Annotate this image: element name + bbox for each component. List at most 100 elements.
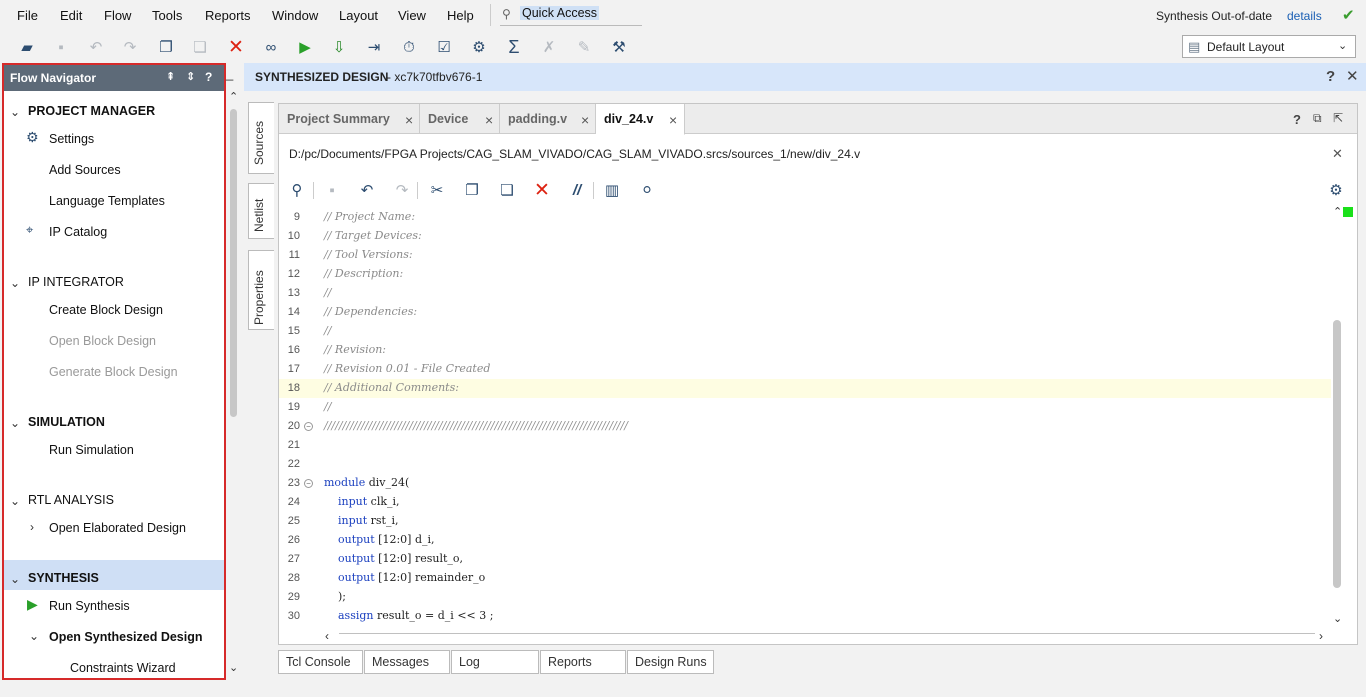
close-icon[interactable]: × (581, 112, 589, 128)
chevron-down-icon[interactable]: ⌄ (10, 105, 20, 119)
chevron-down-icon[interactable]: ⌄ (10, 572, 20, 586)
nav-open-elaborated-design[interactable]: Open Elaborated Design (49, 521, 186, 535)
nav-generate-block-design[interactable]: Generate Block Design (49, 365, 178, 379)
settings-gear-icon[interactable]: ⚙ (1326, 180, 1346, 200)
settings-gear-icon[interactable]: ⚙ (469, 37, 489, 57)
close-icon[interactable]: ✕ (1332, 146, 1343, 162)
help-icon[interactable]: ? (1326, 68, 1335, 85)
help-icon[interactable]: ? (205, 70, 212, 84)
redo-icon[interactable]: ↷ (120, 37, 140, 57)
code-line[interactable]: 18 // Additional Comments: (279, 379, 1331, 398)
scroll-up-icon[interactable]: ⌃ (229, 90, 238, 103)
menu-flow[interactable]: Flow (104, 8, 131, 23)
find-binoculars-icon[interactable]: ∞ (261, 37, 281, 57)
flow-navigator-scrollbar[interactable]: ⌃ ⌄ (228, 90, 240, 677)
tab-project-summary[interactable]: Project Summary × (279, 104, 420, 134)
paste-icon[interactable]: ❏ (497, 180, 517, 200)
nav-settings[interactable]: Settings (49, 132, 94, 146)
tab-device[interactable]: Device × (420, 104, 500, 134)
tab-padding-v[interactable]: padding.v × (500, 104, 596, 134)
fold-toggle-icon[interactable]: − (304, 422, 313, 431)
minimize-icon[interactable]: _ (226, 66, 233, 81)
chevron-down-icon[interactable]: ⌄ (10, 276, 20, 290)
restore-icon[interactable]: ⧉ (1313, 111, 1322, 126)
code-line[interactable]: 17 // Revision 0.01 - File Created (279, 360, 1331, 379)
code-line[interactable]: 21 (279, 436, 1331, 455)
section-project-manager[interactable]: PROJECT MANAGER (28, 104, 155, 118)
nav-run-synthesis[interactable]: Run Synthesis (49, 599, 130, 613)
nav-open-synthesized-design[interactable]: Open Synthesized Design (49, 630, 203, 644)
menu-tools[interactable]: Tools (152, 8, 182, 23)
layout-dropdown[interactable]: ▤ Default Layout ⌄ (1182, 35, 1356, 58)
code-line[interactable]: 25 input rst_i, (279, 512, 1331, 531)
undo-icon[interactable]: ↶ (357, 180, 377, 200)
menu-view[interactable]: View (398, 8, 426, 23)
code-line[interactable]: 12 // Description: (279, 265, 1331, 284)
close-icon[interactable]: × (405, 112, 413, 128)
menu-layout[interactable]: Layout (339, 8, 378, 23)
close-icon[interactable]: × (485, 112, 493, 128)
code-line[interactable]: 24 input clk_i, (279, 493, 1331, 512)
code-line[interactable]: 28 output [12:0] remainder_o (279, 569, 1331, 588)
code-line[interactable]: 23− module div_24( (279, 474, 1331, 493)
status-details-link[interactable]: details (1287, 9, 1322, 23)
section-synthesis[interactable]: SYNTHESIS (28, 571, 99, 585)
tab-log[interactable]: Log (451, 650, 539, 674)
side-tab-sources[interactable]: Sources (248, 102, 274, 174)
nav-open-block-design[interactable]: Open Block Design (49, 334, 156, 348)
code-vertical-scrollbar[interactable]: ⌃ ⌄ (1331, 205, 1345, 628)
column-select-icon[interactable]: ▥ (602, 180, 622, 200)
code-line[interactable]: 29 ); (279, 588, 1331, 607)
wand-icon[interactable]: ⚒ (609, 37, 629, 57)
tab-reports[interactable]: Reports (540, 650, 626, 674)
fold-toggle-icon[interactable]: − (304, 479, 313, 488)
menu-file[interactable]: File (17, 8, 38, 23)
quick-access-search[interactable]: ⚲ Quick Access (500, 4, 642, 26)
code-line[interactable]: 27 output [12:0] result_o, (279, 550, 1331, 569)
clipboard-check-icon[interactable]: ☑ (434, 37, 454, 57)
nav-constraints-wizard[interactable]: Constraints Wizard (70, 661, 176, 675)
side-tab-netlist[interactable]: Netlist (248, 183, 274, 239)
close-icon[interactable]: × (669, 112, 677, 128)
lightbulb-icon[interactable]: ⚪ (637, 180, 657, 200)
code-line[interactable]: 30 assign result_o = d_i << 3 ; (279, 607, 1331, 626)
code-line[interactable]: 19 // (279, 398, 1331, 417)
nav-create-block-design[interactable]: Create Block Design (49, 303, 163, 317)
code-editor[interactable]: 9 // Project Name: 10 // Target Devices: 11 /… (279, 208, 1331, 628)
chevron-down-icon[interactable]: ⌄ (10, 494, 20, 508)
scroll-down-icon[interactable]: ⌄ (1333, 612, 1342, 625)
scroll-left-icon[interactable]: ‹ (325, 629, 329, 643)
undo-icon[interactable]: ↶ (86, 37, 106, 57)
section-simulation[interactable]: SIMULATION (28, 415, 105, 429)
nav-add-sources[interactable]: Add Sources (49, 163, 121, 177)
scroll-right-icon[interactable]: › (1319, 629, 1323, 643)
scroll-thumb[interactable] (1333, 320, 1341, 588)
save-icon[interactable]: ▪ (322, 180, 342, 200)
tab-div-24-v[interactable]: div_24.v × (596, 104, 685, 135)
tab-messages[interactable]: Messages (364, 650, 450, 674)
section-rtl-analysis[interactable]: RTL ANALYSIS (28, 493, 114, 507)
open-project-icon[interactable]: ▰ (17, 37, 37, 57)
delete-icon[interactable]: ✕ (226, 37, 246, 58)
menu-edit[interactable]: Edit (60, 8, 82, 23)
scroll-thumb[interactable] (339, 633, 1315, 640)
chevron-down-icon[interactable]: ⌄ (10, 416, 20, 430)
sigma-icon[interactable]: Σ (504, 37, 524, 57)
paste-icon[interactable]: ❏ (190, 37, 210, 57)
delete-icon[interactable]: ✕ (532, 180, 552, 201)
run-icon[interactable]: ▶ (295, 37, 315, 57)
cut-icon[interactable]: ✂ (427, 180, 447, 200)
redo-icon[interactable]: ↷ (392, 180, 412, 200)
maximize-icon[interactable]: ⇱ (1333, 111, 1343, 125)
code-line[interactable]: 9 // Project Name: (279, 208, 1331, 227)
comment-toggle-icon[interactable]: // (567, 180, 587, 200)
code-line[interactable]: 16 // Revision: (279, 341, 1331, 360)
disabled-tool-icon[interactable]: ✗ (539, 37, 559, 57)
scroll-up-icon[interactable]: ⌃ (1333, 205, 1342, 218)
tab-design-runs[interactable]: Design Runs (627, 650, 714, 674)
side-tab-properties[interactable]: Properties (248, 250, 274, 330)
chevron-down-icon[interactable]: ⌄ (29, 629, 39, 643)
help-icon[interactable]: ? (1293, 112, 1301, 127)
program-download-icon[interactable]: ⇩ (329, 37, 349, 57)
scroll-down-icon[interactable]: ⌄ (229, 661, 238, 674)
